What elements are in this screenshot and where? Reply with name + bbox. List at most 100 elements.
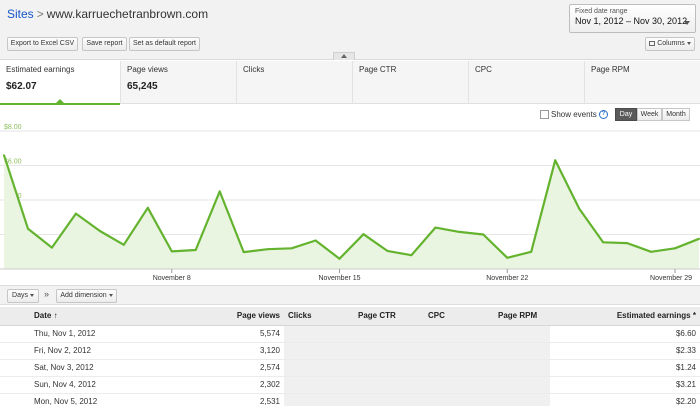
cell-date: Sat, Nov 3, 2012 <box>0 359 160 377</box>
series-area <box>4 155 699 269</box>
column-header-page-views[interactable]: Page views <box>160 307 284 326</box>
x-axis-tick-label: November 29 <box>650 275 692 282</box>
data-point <box>458 230 461 233</box>
granularity-month-button[interactable]: Month <box>662 108 690 121</box>
x-axis-tick-label: November 22 <box>486 275 528 282</box>
save-report-button[interactable]: Save report <box>82 37 127 51</box>
x-axis-tick-label: November 15 <box>319 275 361 282</box>
chevron-up-icon <box>341 54 347 58</box>
data-point <box>314 239 317 242</box>
data-point <box>530 250 533 253</box>
metric-value: $62.07 <box>6 81 37 92</box>
data-point <box>242 251 245 254</box>
collapse-toggle[interactable] <box>333 52 355 60</box>
cell-hidden-metrics <box>284 325 550 343</box>
data-point <box>194 249 197 251</box>
cell-hidden-metrics <box>284 376 550 394</box>
cell-estimated-earnings: $6.60 <box>550 325 700 343</box>
column-header-clicks[interactable]: Clicks <box>284 307 354 326</box>
metric-tab-estimated-earnings[interactable]: Estimated earnings $62.07 <box>0 61 121 105</box>
sort-ascending-icon: ↑ <box>53 311 58 321</box>
chevron-down-icon <box>29 293 34 297</box>
breadcrumb-separator: > <box>36 7 44 21</box>
cell-date: Thu, Nov 1, 2012 <box>0 325 160 343</box>
granularity-week-button[interactable]: Week <box>637 108 662 121</box>
help-icon[interactable]: ? <box>599 110 608 119</box>
cell-page-views: 2,302 <box>160 376 284 394</box>
data-point <box>386 249 389 252</box>
column-header-estimated-earnings[interactable]: Estimated earnings * <box>550 307 700 326</box>
cell-page-views: 2,531 <box>160 393 284 406</box>
data-point <box>98 230 101 232</box>
column-header-page-ctr[interactable]: Page CTR <box>354 307 424 326</box>
cell-date: Sun, Nov 4, 2012 <box>0 376 160 394</box>
data-point <box>122 243 125 246</box>
grid-icon <box>649 40 656 46</box>
cell-estimated-earnings: $2.20 <box>550 393 700 406</box>
dimension-select[interactable]: Days <box>7 289 39 303</box>
y-axis-tick-label: $8.00 <box>4 124 22 131</box>
chevron-down-icon <box>108 293 113 297</box>
export-csv-button[interactable]: Export to Excel CSV <box>7 37 78 51</box>
data-point <box>50 246 53 249</box>
data-point <box>146 206 149 209</box>
metric-label: CPC <box>475 65 492 74</box>
data-point <box>410 254 413 257</box>
show-events-checkbox[interactable] <box>540 110 549 119</box>
column-header-label: Date <box>34 311 52 321</box>
table-header-row: Date ↑ Page views Clicks Page CTR CPC Pa… <box>0 307 700 326</box>
data-point <box>3 154 5 157</box>
metric-tab-page-ctr[interactable]: Page CTR <box>353 61 469 104</box>
columns-button[interactable]: Columns <box>645 37 695 51</box>
data-point <box>506 256 509 259</box>
metric-tabs: Estimated earnings $62.07 Page views 65,… <box>0 61 700 105</box>
data-point <box>626 242 629 245</box>
data-point <box>674 247 676 250</box>
add-dimension-label: Add dimension <box>60 292 107 299</box>
table-row[interactable]: Sat, Nov 3, 2012 2,574 $1.24 <box>0 359 700 377</box>
breadcrumb-site-name: www.karruechetranbrown.com <box>46 7 209 21</box>
data-point <box>554 159 557 162</box>
dimension-select-label: Days <box>12 292 28 299</box>
metric-tab-cpc[interactable]: CPC <box>469 61 585 104</box>
table-row[interactable]: Sun, Nov 4, 2012 2,302 $3.21 <box>0 376 700 394</box>
data-point <box>74 212 77 215</box>
date-range-label: Fixed date range <box>575 8 628 15</box>
cell-page-views: 5,574 <box>160 325 284 343</box>
column-header-page-rpm[interactable]: Page RPM <box>494 307 550 326</box>
column-header-cpc[interactable]: CPC <box>424 307 494 326</box>
date-range-picker[interactable]: Fixed date range Nov 1, 2012 – Nov 30, 2… <box>569 4 696 33</box>
metric-tab-clicks[interactable]: Clicks <box>237 61 353 104</box>
column-header-date[interactable]: Date ↑ <box>0 307 160 326</box>
cell-estimated-earnings: $3.21 <box>550 376 700 394</box>
cell-estimated-earnings: $2.33 <box>550 342 700 360</box>
chevron-down-icon <box>684 21 690 25</box>
metric-label: Clicks <box>243 65 265 74</box>
metric-label: Page RPM <box>591 65 630 74</box>
breadcrumb-sites-link[interactable]: Sites <box>7 7 34 21</box>
data-point <box>338 257 341 260</box>
column-header-mark: * <box>692 311 696 321</box>
cell-hidden-metrics <box>284 393 550 406</box>
column-header-label: Estimated earnings <box>616 311 691 321</box>
table-row[interactable]: Fri, Nov 2, 2012 3,120 $2.33 <box>0 342 700 360</box>
metric-label: Page views <box>127 65 168 74</box>
granularity-day-button[interactable]: Day <box>615 108 637 121</box>
table-row[interactable]: Thu, Nov 1, 2012 5,574 $6.60 <box>0 325 700 343</box>
metric-tab-page-views[interactable]: Page views 65,245 <box>121 61 237 104</box>
metric-tab-page-rpm[interactable]: Page RPM <box>585 61 700 104</box>
report-table: Date ↑ Page views Clicks Page CTR CPC Pa… <box>0 307 700 406</box>
table-row[interactable]: Mon, Nov 5, 2012 2,531 $2.20 <box>0 393 700 406</box>
data-point <box>578 207 581 210</box>
data-point <box>650 250 653 253</box>
set-default-report-button[interactable]: Set as default report <box>129 37 200 51</box>
add-dimension-button[interactable]: Add dimension <box>56 289 117 303</box>
data-point <box>27 227 29 230</box>
metric-label: Page CTR <box>359 65 397 74</box>
data-point <box>434 226 437 229</box>
show-events-label: Show events <box>551 110 597 119</box>
double-chevron-right-icon[interactable]: » <box>44 289 49 299</box>
x-axis-tick-label: November 8 <box>153 275 191 282</box>
cell-hidden-metrics <box>284 342 550 360</box>
cell-date: Fri, Nov 2, 2012 <box>0 342 160 360</box>
